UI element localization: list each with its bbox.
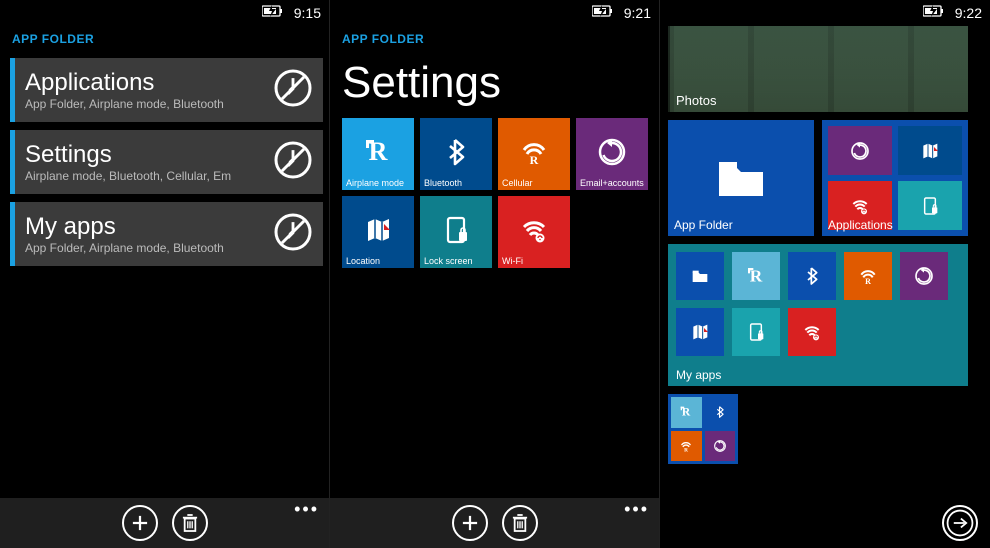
mini-bluetooth [788, 252, 836, 300]
folder-item[interactable]: My appsApp Folder, Airplane mode, Blueto… [10, 202, 323, 266]
mini-sync [900, 252, 948, 300]
app-bar [660, 498, 990, 548]
delete-button[interactable] [502, 505, 538, 541]
tile-label: My apps [676, 368, 721, 382]
mini-bluetooth [705, 397, 736, 428]
tile-airplane[interactable]: Airplane mode [342, 118, 414, 190]
tile-label: Bluetooth [424, 178, 462, 188]
tile-label: Wi-Fi [502, 256, 523, 266]
cellular-icon [516, 134, 552, 175]
folder-title: Settings [25, 141, 273, 169]
tile-cellular[interactable]: Cellular [498, 118, 570, 190]
tile-label: Photos [676, 93, 716, 108]
tile-wifi[interactable]: Wi-Fi [498, 196, 570, 268]
unpin-icon[interactable] [273, 140, 313, 185]
screen-folder-detail: 9:21 APP FOLDER Settings Airplane mode Bl… [330, 0, 660, 548]
bluetooth-icon [438, 134, 474, 175]
status-bar: 9:15 [262, 4, 321, 21]
tile-label: Cellular [502, 178, 533, 188]
mini-map [898, 126, 962, 175]
app-brand: APP FOLDER [330, 26, 659, 58]
tile-label: Applications [828, 218, 893, 232]
tile-bluetooth[interactable]: Bluetooth [420, 118, 492, 190]
battery-icon [262, 4, 284, 21]
app-brand: APP FOLDER [0, 26, 329, 58]
add-button[interactable] [452, 505, 488, 541]
status-bar: 9:22 [923, 4, 982, 21]
mini-map [676, 308, 724, 356]
tile-photos[interactable]: Photos [668, 26, 968, 112]
app-bar: ••• [0, 498, 329, 548]
tile-label: Email+accounts [580, 178, 644, 188]
unpin-icon[interactable] [273, 212, 313, 257]
mini-lock [898, 181, 962, 230]
status-bar: 9:21 [592, 4, 651, 21]
mini-wifi [788, 308, 836, 356]
clock: 9:21 [624, 5, 651, 21]
folder-item[interactable]: ApplicationsApp Folder, Airplane mode, B… [10, 58, 323, 122]
folder-subtitle: Airplane mode, Bluetooth, Cellular, Em [25, 169, 273, 183]
tile-applications[interactable]: Applications [822, 120, 968, 236]
sync-icon [594, 134, 630, 175]
battery-icon [923, 4, 945, 21]
battery-icon [592, 4, 614, 21]
tile-label: App Folder [674, 218, 733, 232]
tile-label: Location [346, 256, 380, 266]
tile-app-folder[interactable]: App Folder [668, 120, 814, 236]
map-icon [360, 212, 396, 253]
folder-icon [705, 142, 777, 214]
clock: 9:15 [294, 5, 321, 21]
mini-cellular [844, 252, 892, 300]
tile-sync[interactable]: Email+accounts [576, 118, 648, 190]
app-bar: ••• [330, 498, 659, 548]
folder-title: Applications [25, 69, 273, 97]
mini-sync [705, 431, 736, 462]
wifi-icon [516, 212, 552, 253]
screen-folders: 9:15 APP FOLDER ApplicationsApp Folder, … [0, 0, 330, 548]
page-title: Settings [330, 58, 659, 118]
mini-sync [828, 126, 892, 175]
folder-title: My apps [25, 213, 273, 241]
tile-label: Airplane mode [346, 178, 404, 188]
tile-small-folder[interactable] [668, 394, 738, 464]
mini-cellular [671, 431, 702, 462]
lock-icon [438, 212, 474, 253]
more-button[interactable]: ••• [624, 499, 649, 520]
tile-my-apps[interactable]: My apps [668, 244, 968, 386]
delete-button[interactable] [172, 505, 208, 541]
clock: 9:22 [955, 5, 982, 21]
tile-label: Lock screen [424, 256, 473, 266]
all-apps-button[interactable] [942, 505, 978, 541]
folder-subtitle: App Folder, Airplane mode, Bluetooth [25, 241, 273, 255]
mini-airplane [671, 397, 702, 428]
mini-lock [732, 308, 780, 356]
folder-subtitle: App Folder, Airplane mode, Bluetooth [25, 97, 273, 111]
more-button[interactable]: ••• [294, 499, 319, 520]
unpin-icon[interactable] [273, 68, 313, 113]
mini-folder [676, 252, 724, 300]
airplane-icon [360, 134, 396, 175]
mini-airplane [732, 252, 780, 300]
screen-start: 9:22 Photos App Folder Applications My a… [660, 0, 990, 548]
tile-map[interactable]: Location [342, 196, 414, 268]
tile-lock[interactable]: Lock screen [420, 196, 492, 268]
folder-item[interactable]: SettingsAirplane mode, Bluetooth, Cellul… [10, 130, 323, 194]
add-button[interactable] [122, 505, 158, 541]
